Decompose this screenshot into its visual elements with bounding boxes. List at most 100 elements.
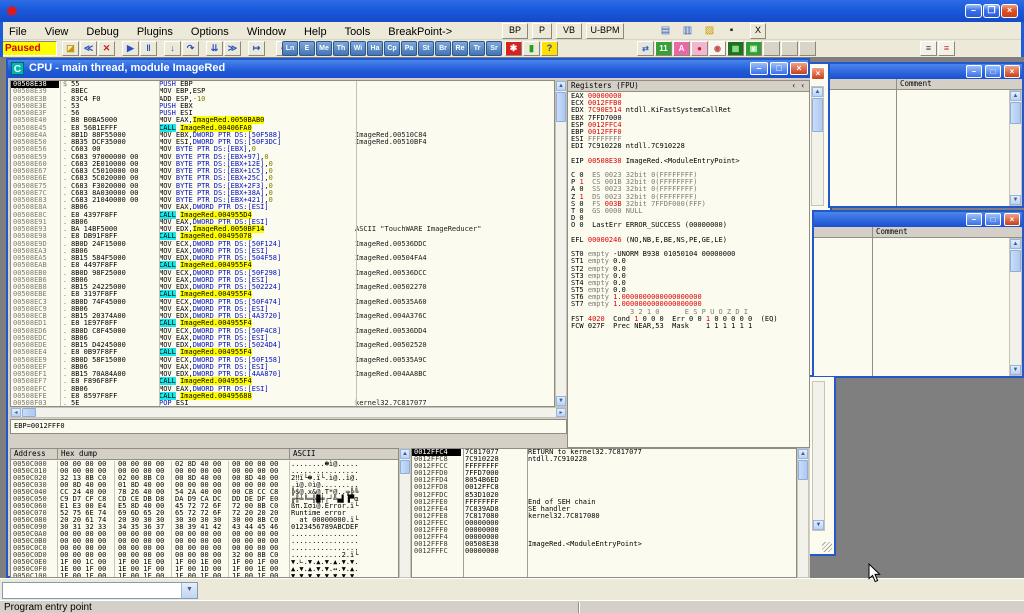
menu-button-p[interactable]: P: [532, 23, 552, 39]
comment-2-minimize-button[interactable]: –: [966, 213, 982, 226]
disasm-row[interactable]: 00508E3E.53PUSH EBX: [11, 103, 554, 110]
toolbar-pane-button-wi[interactable]: Wi: [350, 41, 366, 56]
menu-button-bp[interactable]: BP: [502, 23, 528, 39]
plugin-green-icon[interactable]: 11: [655, 41, 672, 56]
comment-window-1-titlebar[interactable]: – □ ×: [830, 64, 1022, 79]
list-detail-icon[interactable]: ≡: [938, 41, 955, 56]
menu-button-vb[interactable]: VB: [556, 23, 582, 39]
disasm-row[interactable]: 00508EC3.8B0D 74F45000MOV ECX,DWORD PTR …: [11, 299, 554, 306]
notepad-blue-icon[interactable]: ▤: [658, 24, 673, 38]
toolbar-pane-button-br[interactable]: Br: [435, 41, 451, 56]
comment-2-close-button[interactable]: ×: [1004, 213, 1020, 226]
plugin-spiral-icon[interactable]: ◉: [709, 41, 726, 56]
registers-header-buttons[interactable]: ‹ ‹: [791, 81, 805, 91]
comment-window-2-titlebar[interactable]: – □ ×: [814, 212, 1022, 227]
disasm-row[interactable]: 00508E83.C683 21040000 00MOV BYTE PTR DS…: [11, 197, 554, 204]
disasm-row[interactable]: 00508E9D.8B0D 24F15000MOV ECX,DWORD PTR …: [11, 241, 554, 248]
comment-1-close-button[interactable]: ×: [1004, 65, 1020, 78]
cpu-window[interactable]: C CPU - main thread, module ImageRed – □…: [6, 58, 810, 578]
comment-window-2[interactable]: – □ × Comment ▲ ▼: [812, 210, 1024, 378]
fragment-scrollbar[interactable]: ▲: [811, 86, 824, 206]
toolbar-pane-button-ln[interactable]: Ln: [282, 41, 298, 56]
comment-window-1[interactable]: – □ × Comment ▲ ▼: [828, 62, 1024, 208]
disasm-row[interactable]: 00508EE9.8B0D 58F15000MOV ECX,DWORD PTR …: [11, 357, 554, 364]
info-pane[interactable]: EBP=0012FFF0: [10, 419, 567, 434]
pause-button[interactable]: ‖: [140, 41, 157, 56]
options-gear-icon[interactable]: ✱: [505, 41, 522, 56]
chevron-down-icon[interactable]: ▼: [181, 583, 197, 598]
disassembly-pane[interactable]: 00508E38$55PUSH EBP00508E39.8BECMOV EBP,…: [10, 80, 555, 407]
comment-1-minimize-button[interactable]: –: [966, 65, 982, 78]
dump-pane[interactable]: Address Hex dump ASCII 0050C00000 00 00 …: [10, 448, 399, 578]
dump-vscrollbar[interactable]: ▲: [399, 448, 411, 578]
plugin-close-button[interactable]: X: [750, 23, 766, 39]
step-into-button[interactable]: ↓: [164, 41, 181, 56]
disasm-row[interactable]: 00508EB0.8B0D 98F25000MOV ECX,DWORD PTR …: [11, 270, 554, 277]
disasm-row[interactable]: 00508F03.5EPOP ESIkernel32.7C817077: [11, 400, 554, 407]
folder-yellow-icon[interactable]: ▨: [702, 24, 717, 38]
cpu-titlebar[interactable]: C CPU - main thread, module ImageRed – □…: [8, 60, 808, 78]
toolbar-pane-button-me[interactable]: Me: [316, 41, 332, 56]
stack-vscrollbar[interactable]: ▲: [797, 448, 809, 578]
close-program-button[interactable]: ✕: [98, 41, 115, 56]
disasm-row[interactable]: 00508EFE.E8 8597F8FFCALL ImageRed.004956…: [11, 393, 554, 400]
disasm-row[interactable]: 00508E8C.E8 4397F8FFCALL ImageRed.004955…: [11, 212, 554, 219]
register-line[interactable]: T 0 GS 0000 NULL: [568, 208, 809, 215]
comment-2-scrollbar[interactable]: ▲ ▼: [1009, 238, 1022, 376]
disasm-row[interactable]: 00508E38$55PUSH EBP: [11, 81, 554, 88]
plugin-screen-icon[interactable]: ▣: [745, 41, 762, 56]
window-close-button[interactable]: ×: [1001, 4, 1018, 18]
comment-1-scrollbar[interactable]: ▲ ▼: [1009, 90, 1022, 206]
toolbar-pane-button-tr[interactable]: Tr: [469, 41, 485, 56]
register-line[interactable]: FCW 027F Prec NEAR,53 Mask 1 1 1 1 1 1: [568, 323, 809, 330]
cpu-close-button[interactable]: ×: [790, 62, 808, 75]
step-over-button[interactable]: ↷: [182, 41, 199, 56]
register-line[interactable]: EDI 7C910228 ntdll.7C910228: [568, 143, 809, 150]
restart-button[interactable]: ≪: [80, 41, 97, 56]
console-dark-icon[interactable]: ▪: [724, 24, 739, 38]
toolbar-pane-button-ha[interactable]: Ha: [367, 41, 383, 56]
plugin-record-icon[interactable]: ●: [691, 41, 708, 56]
resize-grip[interactable]: [822, 542, 832, 552]
main-titlebar[interactable]: ✹ – ❐ ×: [0, 0, 1024, 22]
window-minimize-button[interactable]: –: [965, 4, 982, 18]
appearance-icon[interactable]: ▮: [523, 41, 540, 56]
disasm-hscrollbar[interactable]: ◂ ▸: [10, 407, 567, 418]
disasm-vscrollbar[interactable]: ▲ ▼: [555, 80, 567, 407]
execute-till-return-button[interactable]: ↦: [248, 41, 265, 56]
partial-window-scrollbar[interactable]: ▼: [812, 381, 825, 531]
doc-blue-icon[interactable]: ▥: [680, 24, 695, 38]
toolbar-pane-button-sr[interactable]: Sr: [486, 41, 502, 56]
cpu-minimize-button[interactable]: –: [750, 62, 768, 75]
toolbar-pane-button-th[interactable]: Th: [333, 41, 349, 56]
fragment-close-icon[interactable]: ×: [811, 67, 825, 80]
animate-over-button[interactable]: ≫: [224, 41, 241, 56]
comment-2-maximize-button[interactable]: □: [985, 213, 1001, 226]
animate-into-button[interactable]: ⇊: [206, 41, 223, 56]
register-line[interactable]: O 0 LastErr ERROR_SUCCESS (00000000): [568, 222, 809, 229]
command-combobox[interactable]: ▼: [2, 582, 198, 599]
help-question-icon[interactable]: ?: [541, 41, 558, 56]
registers-pane[interactable]: Registers (FPU) ‹ ‹ EAX 00000000ECX 0012…: [567, 80, 810, 448]
run-button[interactable]: ▶: [122, 41, 139, 56]
open-file-button[interactable]: ◪: [62, 41, 79, 56]
stack-row[interactable]: 0012FFFC00000000: [412, 548, 796, 555]
menu-button-u-bpm[interactable]: U-BPM: [586, 23, 624, 39]
toolbar-blank-button[interactable]: [781, 41, 798, 56]
toolbar-pane-button-st[interactable]: St: [418, 41, 434, 56]
disasm-row[interactable]: 00508E3B.83C4 F0ADD ESP,-10: [11, 96, 554, 103]
stack-pane[interactable]: 0012FFC47C817077RETURN to kernel32.7C817…: [411, 448, 797, 578]
toolbar-blank-button[interactable]: [799, 41, 816, 56]
toolbar-pane-button-pa[interactable]: Pa: [401, 41, 417, 56]
list-view-icon[interactable]: ≡: [920, 41, 937, 56]
toolbar-pane-button-e[interactable]: E: [299, 41, 315, 56]
disasm-row[interactable]: 00508ED6.8B0D C8F45000MOV ECX,DWORD PTR …: [11, 328, 554, 335]
disasm-row[interactable]: 00508EF7.E8 F896F8FFCALL ImageRed.004955…: [11, 378, 554, 385]
register-line[interactable]: EIP 00508E38 ImageRed.<ModuleEntryPoint>: [568, 158, 809, 165]
toolbar-pane-button-cp[interactable]: Cp: [384, 41, 400, 56]
toolbar-pane-button-re[interactable]: Re: [452, 41, 468, 56]
swap-panes-icon[interactable]: ⇄: [637, 41, 654, 56]
comment-1-maximize-button[interactable]: □: [985, 65, 1001, 78]
window-restore-button[interactable]: ❐: [983, 4, 1000, 18]
toolbar-blank-button[interactable]: [763, 41, 780, 56]
